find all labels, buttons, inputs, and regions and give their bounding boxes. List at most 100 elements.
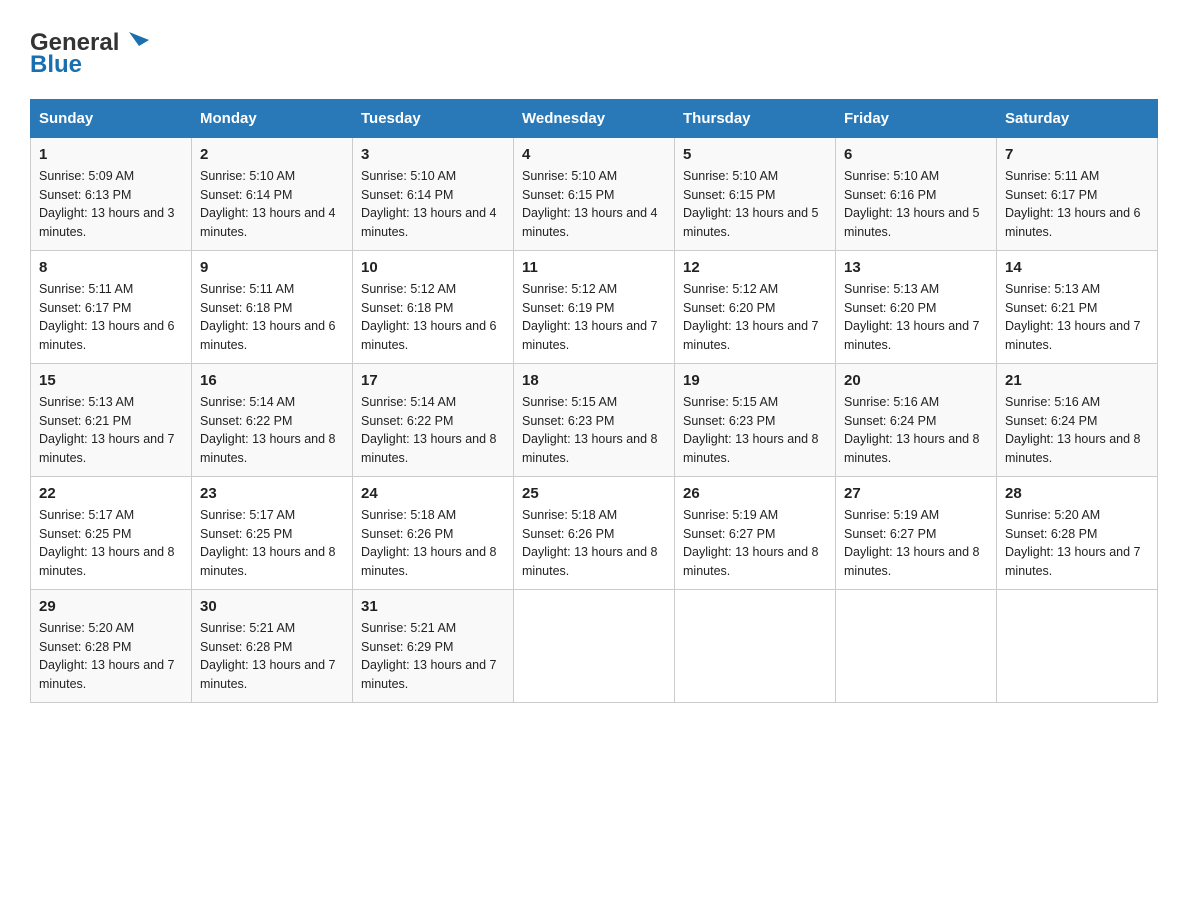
day-number: 12 — [683, 259, 827, 276]
header-monday: Monday — [192, 99, 353, 137]
day-number: 1 — [39, 146, 183, 163]
day-number: 2 — [200, 146, 344, 163]
day-info: Sunrise: 5:16 AMSunset: 6:24 PMDaylight:… — [1005, 395, 1141, 465]
day-number: 30 — [200, 598, 344, 615]
day-number: 28 — [1005, 485, 1149, 502]
calendar-cell: 10 Sunrise: 5:12 AMSunset: 6:18 PMDaylig… — [353, 250, 514, 363]
day-number: 11 — [522, 259, 666, 276]
day-number: 29 — [39, 598, 183, 615]
calendar-cell: 16 Sunrise: 5:14 AMSunset: 6:22 PMDaylig… — [192, 363, 353, 476]
calendar-header-row: SundayMondayTuesdayWednesdayThursdayFrid… — [31, 99, 1158, 137]
logo-wordmark: General Blue — [30, 30, 151, 79]
calendar-cell: 7 Sunrise: 5:11 AMSunset: 6:17 PMDayligh… — [997, 137, 1158, 250]
calendar-cell: 21 Sunrise: 5:16 AMSunset: 6:24 PMDaylig… — [997, 363, 1158, 476]
day-info: Sunrise: 5:20 AMSunset: 6:28 PMDaylight:… — [39, 621, 175, 691]
calendar-cell: 9 Sunrise: 5:11 AMSunset: 6:18 PMDayligh… — [192, 250, 353, 363]
day-info: Sunrise: 5:14 AMSunset: 6:22 PMDaylight:… — [361, 395, 497, 465]
day-number: 4 — [522, 146, 666, 163]
logo-blue: Blue — [30, 52, 151, 78]
day-number: 8 — [39, 259, 183, 276]
day-number: 3 — [361, 146, 505, 163]
day-number: 22 — [39, 485, 183, 502]
calendar-cell: 5 Sunrise: 5:10 AMSunset: 6:15 PMDayligh… — [675, 137, 836, 250]
calendar-cell: 29 Sunrise: 5:20 AMSunset: 6:28 PMDaylig… — [31, 589, 192, 702]
calendar-cell: 15 Sunrise: 5:13 AMSunset: 6:21 PMDaylig… — [31, 363, 192, 476]
day-number: 6 — [844, 146, 988, 163]
calendar-cell: 13 Sunrise: 5:13 AMSunset: 6:20 PMDaylig… — [836, 250, 997, 363]
day-info: Sunrise: 5:15 AMSunset: 6:23 PMDaylight:… — [683, 395, 819, 465]
day-info: Sunrise: 5:21 AMSunset: 6:28 PMDaylight:… — [200, 621, 336, 691]
calendar-cell: 27 Sunrise: 5:19 AMSunset: 6:27 PMDaylig… — [836, 476, 997, 589]
calendar-cell: 1 Sunrise: 5:09 AMSunset: 6:13 PMDayligh… — [31, 137, 192, 250]
header-thursday: Thursday — [675, 99, 836, 137]
calendar-cell: 30 Sunrise: 5:21 AMSunset: 6:28 PMDaylig… — [192, 589, 353, 702]
calendar-cell: 12 Sunrise: 5:12 AMSunset: 6:20 PMDaylig… — [675, 250, 836, 363]
calendar-cell: 18 Sunrise: 5:15 AMSunset: 6:23 PMDaylig… — [514, 363, 675, 476]
header-sunday: Sunday — [31, 99, 192, 137]
day-number: 5 — [683, 146, 827, 163]
day-info: Sunrise: 5:18 AMSunset: 6:26 PMDaylight:… — [522, 508, 658, 578]
calendar-week-4: 22 Sunrise: 5:17 AMSunset: 6:25 PMDaylig… — [31, 476, 1158, 589]
calendar-cell: 23 Sunrise: 5:17 AMSunset: 6:25 PMDaylig… — [192, 476, 353, 589]
day-info: Sunrise: 5:10 AMSunset: 6:14 PMDaylight:… — [361, 169, 497, 239]
day-number: 7 — [1005, 146, 1149, 163]
day-number: 16 — [200, 372, 344, 389]
day-info: Sunrise: 5:12 AMSunset: 6:19 PMDaylight:… — [522, 282, 658, 352]
day-number: 17 — [361, 372, 505, 389]
page-header: General Blue — [30, 30, 1158, 79]
calendar-cell: 3 Sunrise: 5:10 AMSunset: 6:14 PMDayligh… — [353, 137, 514, 250]
day-info: Sunrise: 5:10 AMSunset: 6:15 PMDaylight:… — [683, 169, 819, 239]
day-number: 9 — [200, 259, 344, 276]
calendar-cell: 26 Sunrise: 5:19 AMSunset: 6:27 PMDaylig… — [675, 476, 836, 589]
day-info: Sunrise: 5:16 AMSunset: 6:24 PMDaylight:… — [844, 395, 980, 465]
day-info: Sunrise: 5:17 AMSunset: 6:25 PMDaylight:… — [200, 508, 336, 578]
calendar-cell — [997, 589, 1158, 702]
day-info: Sunrise: 5:10 AMSunset: 6:15 PMDaylight:… — [522, 169, 658, 239]
calendar-cell: 8 Sunrise: 5:11 AMSunset: 6:17 PMDayligh… — [31, 250, 192, 363]
day-info: Sunrise: 5:21 AMSunset: 6:29 PMDaylight:… — [361, 621, 497, 691]
header-friday: Friday — [836, 99, 997, 137]
calendar-cell: 14 Sunrise: 5:13 AMSunset: 6:21 PMDaylig… — [997, 250, 1158, 363]
day-info: Sunrise: 5:10 AMSunset: 6:16 PMDaylight:… — [844, 169, 980, 239]
calendar-cell: 2 Sunrise: 5:10 AMSunset: 6:14 PMDayligh… — [192, 137, 353, 250]
day-info: Sunrise: 5:11 AMSunset: 6:17 PMDaylight:… — [39, 282, 175, 352]
day-info: Sunrise: 5:13 AMSunset: 6:20 PMDaylight:… — [844, 282, 980, 352]
calendar-cell — [514, 589, 675, 702]
day-info: Sunrise: 5:11 AMSunset: 6:18 PMDaylight:… — [200, 282, 336, 352]
day-number: 15 — [39, 372, 183, 389]
calendar-cell: 22 Sunrise: 5:17 AMSunset: 6:25 PMDaylig… — [31, 476, 192, 589]
day-number: 19 — [683, 372, 827, 389]
day-number: 10 — [361, 259, 505, 276]
calendar-cell — [675, 589, 836, 702]
calendar-week-3: 15 Sunrise: 5:13 AMSunset: 6:21 PMDaylig… — [31, 363, 1158, 476]
day-info: Sunrise: 5:17 AMSunset: 6:25 PMDaylight:… — [39, 508, 175, 578]
calendar-cell: 19 Sunrise: 5:15 AMSunset: 6:23 PMDaylig… — [675, 363, 836, 476]
day-number: 21 — [1005, 372, 1149, 389]
day-number: 26 — [683, 485, 827, 502]
day-number: 24 — [361, 485, 505, 502]
day-info: Sunrise: 5:15 AMSunset: 6:23 PMDaylight:… — [522, 395, 658, 465]
day-info: Sunrise: 5:19 AMSunset: 6:27 PMDaylight:… — [844, 508, 980, 578]
calendar-table: SundayMondayTuesdayWednesdayThursdayFrid… — [30, 99, 1158, 703]
calendar-cell: 6 Sunrise: 5:10 AMSunset: 6:16 PMDayligh… — [836, 137, 997, 250]
day-number: 27 — [844, 485, 988, 502]
calendar-cell: 28 Sunrise: 5:20 AMSunset: 6:28 PMDaylig… — [997, 476, 1158, 589]
calendar-cell: 24 Sunrise: 5:18 AMSunset: 6:26 PMDaylig… — [353, 476, 514, 589]
calendar-cell: 25 Sunrise: 5:18 AMSunset: 6:26 PMDaylig… — [514, 476, 675, 589]
day-number: 31 — [361, 598, 505, 615]
logo: General Blue — [30, 30, 151, 79]
day-number: 23 — [200, 485, 344, 502]
day-number: 14 — [1005, 259, 1149, 276]
day-info: Sunrise: 5:12 AMSunset: 6:20 PMDaylight:… — [683, 282, 819, 352]
calendar-cell: 17 Sunrise: 5:14 AMSunset: 6:22 PMDaylig… — [353, 363, 514, 476]
calendar-cell — [836, 589, 997, 702]
calendar-cell: 4 Sunrise: 5:10 AMSunset: 6:15 PMDayligh… — [514, 137, 675, 250]
day-info: Sunrise: 5:20 AMSunset: 6:28 PMDaylight:… — [1005, 508, 1141, 578]
day-info: Sunrise: 5:13 AMSunset: 6:21 PMDaylight:… — [1005, 282, 1141, 352]
calendar-week-5: 29 Sunrise: 5:20 AMSunset: 6:28 PMDaylig… — [31, 589, 1158, 702]
day-info: Sunrise: 5:12 AMSunset: 6:18 PMDaylight:… — [361, 282, 497, 352]
day-info: Sunrise: 5:18 AMSunset: 6:26 PMDaylight:… — [361, 508, 497, 578]
header-saturday: Saturday — [997, 99, 1158, 137]
day-info: Sunrise: 5:10 AMSunset: 6:14 PMDaylight:… — [200, 169, 336, 239]
day-info: Sunrise: 5:19 AMSunset: 6:27 PMDaylight:… — [683, 508, 819, 578]
